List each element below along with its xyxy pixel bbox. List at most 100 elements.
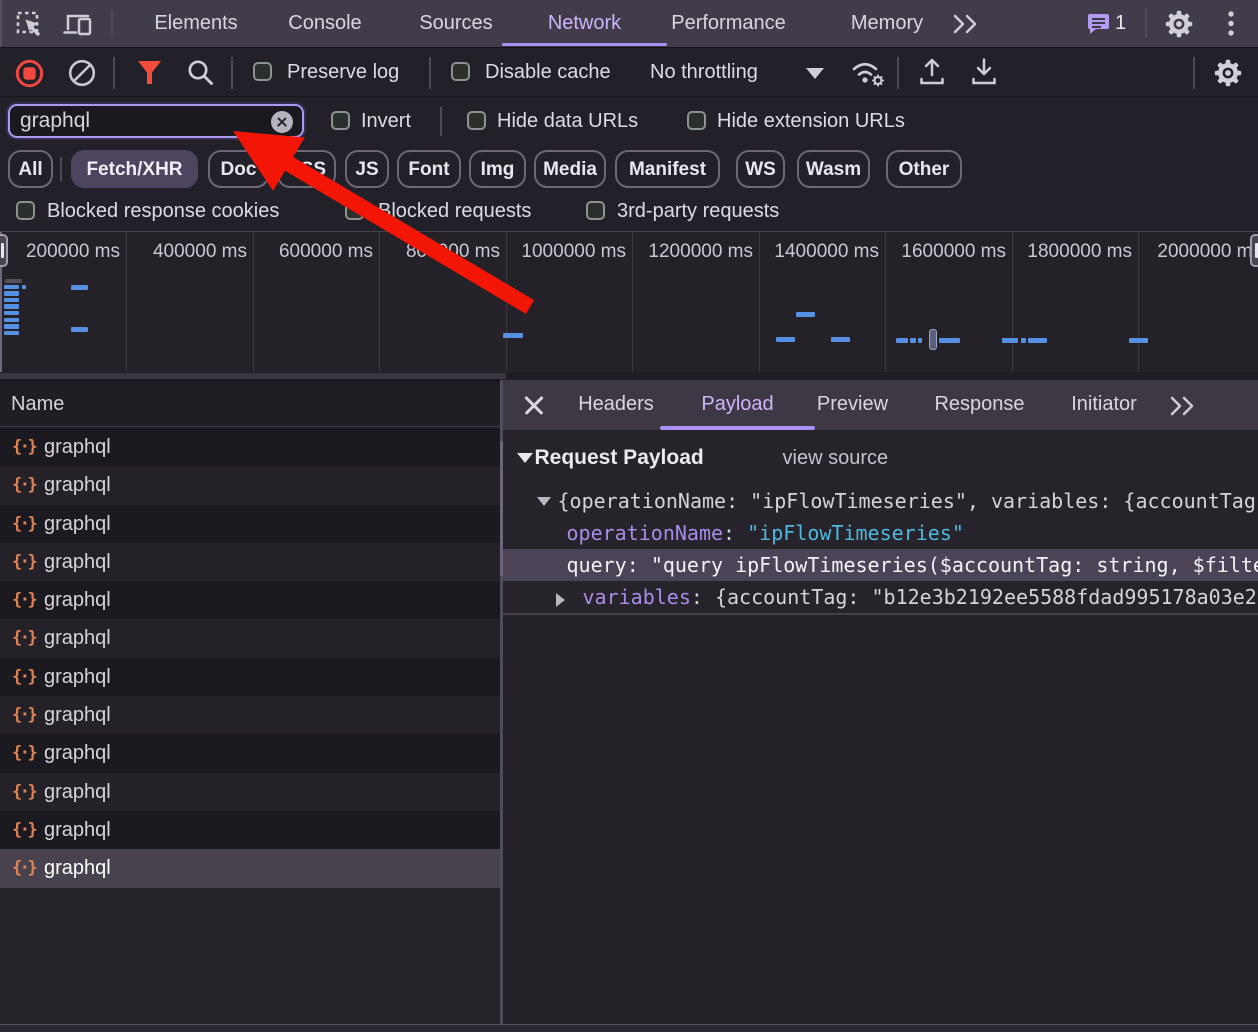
request-row[interactable]: {·} graphql	[0, 581, 500, 619]
issues-count: 1	[1115, 0, 1126, 47]
filter-separator	[440, 107, 442, 136]
request-timeline-bar	[4, 304, 19, 309]
main-tab[interactable]: Elements	[129, 0, 263, 47]
disable-cache-checkbox[interactable]	[451, 62, 470, 81]
type-chip[interactable]: Doc	[208, 150, 269, 188]
request-timeline-bar	[1028, 338, 1047, 343]
request-name: graphql	[44, 581, 111, 619]
fetch-xhr-icon: {·}	[12, 543, 35, 581]
payload-query-row[interactable]: query: "query ipFlowTimeseries($accountT…	[503, 549, 1258, 581]
issues-message-icon[interactable]	[1087, 13, 1109, 35]
more-panels-button[interactable]	[950, 13, 982, 35]
request-row[interactable]: {·} graphql	[0, 696, 500, 734]
main-tab[interactable]: Memory	[824, 0, 950, 47]
request-row[interactable]: {·} graphql	[0, 658, 500, 696]
export-har-icon[interactable]	[970, 57, 998, 87]
fetch-xhr-icon: {·}	[12, 811, 35, 849]
device-toolbar-button[interactable]	[63, 10, 95, 38]
main-tab[interactable]: Network	[521, 0, 648, 47]
request-row[interactable]: {·} graphql	[0, 428, 500, 466]
kebab-menu-icon[interactable]	[1224, 9, 1238, 39]
network-settings-gear-icon[interactable]	[1213, 58, 1243, 88]
request-row[interactable]: {·} graphql	[0, 505, 500, 543]
expand-arrow-icon[interactable]	[556, 593, 565, 607]
request-name: graphql	[44, 849, 111, 887]
main-tab[interactable]: Sources	[393, 0, 519, 47]
invert-checkbox[interactable]	[331, 111, 350, 130]
overview-scrollbar-thumb[interactable]	[0, 373, 506, 379]
import-har-icon[interactable]	[918, 57, 946, 87]
type-chip[interactable]: Img	[469, 150, 526, 188]
record-button[interactable]	[15, 59, 44, 88]
requests-table-header[interactable]: Name	[0, 380, 500, 427]
payload-string-value: "ipFlowTimeseries"	[747, 521, 964, 545]
hide-extension-urls-checkbox[interactable]	[687, 111, 706, 130]
request-timeline-bar	[4, 291, 19, 296]
request-row[interactable]: {·} graphql	[0, 619, 500, 657]
details-tab[interactable]: Payload	[680, 380, 795, 430]
request-name: graphql	[44, 696, 111, 734]
name-column-header[interactable]: Name	[11, 381, 64, 427]
main-tab[interactable]: Performance	[650, 0, 807, 47]
preserve-log-checkbox[interactable]	[253, 62, 272, 81]
type-chip[interactable]: Font	[397, 150, 461, 188]
payload-operation-name-row[interactable]: operationName: "ipFlowTimeseries"	[503, 517, 1258, 549]
request-row[interactable]: {·} graphql	[0, 466, 500, 504]
details-tab[interactable]: Preview	[793, 380, 912, 430]
settings-gear-icon[interactable]	[1164, 9, 1194, 39]
blocked-cookies-checkbox[interactable]	[16, 201, 35, 220]
payload-variables-row[interactable]: variables: {accountTag: "b12e3b2192ee558…	[503, 581, 1258, 613]
type-chip[interactable]: All	[8, 150, 53, 188]
throttling-select[interactable]: No throttling	[650, 48, 758, 97]
network-overview-timeline[interactable]: 200000 ms 400000 ms 600000 ms 800000 ms …	[0, 232, 1258, 380]
main-tab[interactable]: Console	[264, 0, 386, 47]
type-chip[interactable]: Manifest	[615, 150, 720, 188]
section-collapse-icon[interactable]	[517, 453, 533, 463]
preserve-log-label: Preserve log	[287, 48, 399, 97]
clear-filter-icon[interactable]	[271, 111, 293, 133]
toolbar-separator-4	[897, 57, 899, 89]
network-conditions-icon[interactable]	[850, 58, 886, 88]
payload-root-row[interactable]: {operationName: "ipFlowTimeseries", vari…	[503, 485, 1258, 517]
request-timeline-bar	[71, 285, 88, 290]
request-payload-section-header[interactable]: Request Payload view source	[503, 436, 1258, 480]
clear-button[interactable]	[68, 59, 96, 87]
type-chip[interactable]: Other	[886, 150, 962, 188]
type-chip[interactable]: Wasm	[797, 150, 870, 188]
third-party-checkbox[interactable]	[586, 201, 605, 220]
request-row[interactable]: {·} graphql	[0, 849, 500, 887]
filter-funnel-icon[interactable]	[137, 60, 162, 85]
request-row[interactable]: {·} graphql	[0, 734, 500, 772]
details-tab[interactable]: Response	[910, 380, 1049, 430]
overview-right-grip[interactable]	[1250, 234, 1258, 267]
request-row[interactable]: {·} graphql	[0, 543, 500, 581]
view-source-link[interactable]: view source	[783, 436, 889, 480]
overview-left-grip[interactable]	[0, 234, 8, 267]
collapse-arrow-icon[interactable]	[537, 497, 551, 506]
ruler-label: 1200000 ms	[623, 241, 753, 263]
overview-scrollbar[interactable]	[0, 372, 1258, 380]
details-tab[interactable]: Headers	[553, 380, 679, 430]
fetch-xhr-icon: {·}	[12, 849, 35, 887]
request-row[interactable]: {·} graphql	[0, 811, 500, 849]
search-icon[interactable]	[187, 59, 214, 86]
blocked-cookies-label: Blocked response cookies	[47, 192, 279, 231]
type-chip[interactable]: Media	[534, 150, 606, 188]
more-details-tabs-icon[interactable]	[1167, 395, 1199, 417]
payload-tree: {operationName: "ipFlowTimeseries", vari…	[503, 485, 1258, 613]
type-chip[interactable]: JS	[345, 150, 389, 188]
ruler-label: 400000 ms	[117, 241, 247, 263]
request-row[interactable]: {·} graphql	[0, 773, 500, 811]
close-icon[interactable]	[523, 394, 545, 416]
type-chip[interactable]: WS	[736, 150, 785, 188]
type-chip[interactable]: Fetch/XHR	[71, 150, 198, 188]
filter-input[interactable]: graphql	[8, 104, 304, 138]
details-tab[interactable]: Initiator	[1046, 380, 1162, 430]
blocked-requests-checkbox[interactable]	[345, 201, 364, 220]
hide-data-urls-checkbox[interactable]	[467, 111, 486, 130]
type-chip[interactable]: CSS	[277, 150, 336, 188]
request-name: graphql	[44, 619, 111, 657]
request-name: graphql	[44, 773, 111, 811]
filter-input-value: graphql	[20, 106, 90, 136]
inspect-element-button[interactable]	[15, 9, 43, 39]
